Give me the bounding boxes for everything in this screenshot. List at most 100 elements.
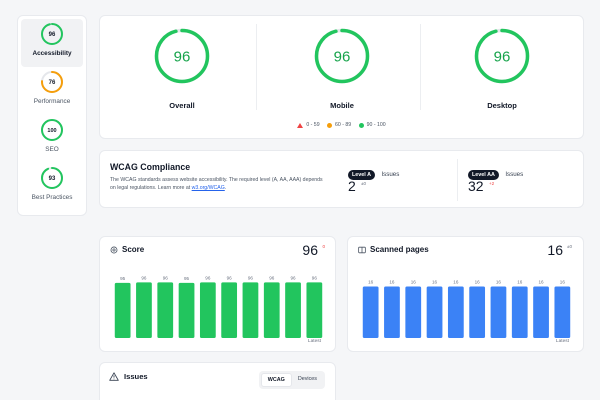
level-aa-issues-label: Issues bbox=[505, 171, 524, 178]
accessibility-score-ring: 96 bbox=[41, 23, 63, 45]
score-bar-label: 96 bbox=[227, 275, 233, 280]
pages-bar[interactable] bbox=[554, 286, 571, 338]
sidebar-item-seo[interactable]: 100 SEO bbox=[21, 115, 83, 163]
score-legend: 0 - 59 60 - 89 90 - 100 bbox=[100, 122, 583, 130]
score-bar[interactable] bbox=[221, 282, 238, 338]
pages-bar-label: 16 bbox=[560, 279, 566, 284]
scanned-pages-bar-chart: 16 16 16 16 16 16 16 16 16 16 bbox=[362, 279, 571, 338]
category-sidebar: 96 Accessibility 76 Performance 100 SEO … bbox=[17, 15, 87, 216]
tab-wcag[interactable]: WCAG bbox=[260, 373, 292, 387]
score-latest-label: Latest bbox=[307, 339, 321, 344]
issues-title: Issues bbox=[124, 372, 148, 381]
pages-bar[interactable] bbox=[511, 286, 528, 338]
desktop-label: Desktop bbox=[487, 101, 517, 110]
mobile-label: Mobile bbox=[330, 101, 354, 110]
seo-score-ring: 100 bbox=[41, 119, 63, 141]
overall-score-value: 96 bbox=[174, 49, 191, 66]
sidebar-item-label: Performance bbox=[33, 98, 71, 105]
legend-mid: 60 - 89 bbox=[327, 122, 351, 128]
score-bar-label: 96 bbox=[248, 275, 254, 280]
pages-bar-label: 16 bbox=[368, 279, 374, 284]
score-bar[interactable] bbox=[136, 282, 152, 338]
divider bbox=[420, 24, 421, 110]
issues-card: Issues WCAG Devices bbox=[99, 362, 336, 400]
green-dot-icon bbox=[358, 122, 364, 128]
sidebar-item-label: SEO bbox=[45, 146, 59, 153]
score-bar-chart: 95 96 96 95 96 96 96 96 96 96 bbox=[114, 275, 323, 338]
accessibility-score-value: 96 bbox=[49, 32, 56, 38]
pages-bar-label: 16 bbox=[538, 279, 544, 284]
wcag-link-suffix: . bbox=[224, 185, 227, 191]
score-bar[interactable] bbox=[263, 282, 280, 338]
pages-bar-label: 16 bbox=[496, 279, 502, 284]
legend-high: 90 - 100 bbox=[358, 122, 386, 128]
red-triangle-icon bbox=[297, 122, 304, 128]
sidebar-item-best-practices[interactable]: 93 Best Practices bbox=[21, 163, 83, 211]
pages-bar[interactable] bbox=[533, 286, 549, 338]
score-bar-label: 96 bbox=[205, 275, 211, 280]
pages-bar[interactable] bbox=[447, 286, 464, 338]
desktop-gauge: 96 Desktop bbox=[422, 26, 582, 110]
score-bar-label: 95 bbox=[184, 276, 190, 281]
tab-devices[interactable]: Devices bbox=[292, 373, 323, 387]
wcag-description: The WCAG standards assess website access… bbox=[110, 176, 325, 192]
sidebar-item-label: Accessibility bbox=[32, 50, 72, 57]
desktop-score-ring: 96 bbox=[474, 28, 530, 84]
pages-bar-label: 16 bbox=[475, 279, 481, 284]
pages-bar-label: 16 bbox=[411, 279, 417, 284]
score-bar[interactable] bbox=[285, 282, 301, 338]
pages-bar[interactable] bbox=[469, 286, 486, 338]
desktop-score-value: 96 bbox=[494, 49, 511, 66]
mobile-gauge: 96 Mobile bbox=[262, 26, 422, 110]
level-a-issues-label: Issues bbox=[381, 171, 400, 178]
score-overview-card: 96 Overall 96 Mobile 96 Desktop 0 - 59 6… bbox=[99, 15, 584, 139]
pages-bar[interactable] bbox=[490, 286, 507, 338]
score-chart-card: Score 96 0 95 96 96 95 96 96 96 96 96 96 Latest bbox=[99, 236, 336, 352]
pages-bar-label: 16 bbox=[517, 279, 523, 284]
legend-low-label: 0 - 59 bbox=[306, 122, 320, 128]
pages-bar-label: 16 bbox=[453, 279, 459, 284]
level-aa-count: 32 bbox=[468, 178, 484, 194]
seo-score-value: 100 bbox=[47, 128, 56, 134]
score-bar[interactable] bbox=[199, 282, 216, 338]
sidebar-item-accessibility[interactable]: 96 Accessibility bbox=[21, 19, 83, 67]
score-bar-label: 96 bbox=[141, 275, 147, 280]
wcag-link[interactable]: w3.org/WCAG bbox=[192, 185, 225, 191]
sidebar-item-performance[interactable]: 76 Performance bbox=[21, 67, 83, 115]
wcag-title: WCAG Compliance bbox=[110, 162, 191, 172]
warning-icon bbox=[109, 372, 119, 381]
performance-score-value: 76 bbox=[49, 80, 56, 86]
best-practices-score-ring: 93 bbox=[41, 167, 63, 189]
level-aa-delta: +2 bbox=[489, 181, 495, 186]
pages-bar[interactable] bbox=[384, 286, 400, 338]
legend-mid-label: 60 - 89 bbox=[335, 122, 352, 128]
pages-bar[interactable] bbox=[426, 286, 443, 338]
pages-bar-label: 16 bbox=[389, 279, 395, 284]
divider bbox=[256, 24, 257, 110]
wcag-compliance-card: WCAG Compliance The WCAG standards asses… bbox=[99, 150, 584, 208]
score-bar-label: 96 bbox=[163, 275, 169, 280]
score-bar-label: 96 bbox=[269, 275, 275, 280]
overall-gauge: 96 Overall bbox=[102, 26, 262, 110]
score-bar-label: 96 bbox=[290, 275, 296, 280]
score-bar[interactable] bbox=[242, 282, 259, 338]
scanned-pages-chart-card: Scanned pages 16 ±0 16 16 16 16 16 16 16 16 16 16… bbox=[347, 236, 584, 352]
orange-dot-icon bbox=[327, 122, 333, 128]
score-bar[interactable] bbox=[157, 282, 174, 338]
pages-bar[interactable] bbox=[405, 286, 422, 338]
legend-low: 0 - 59 bbox=[297, 122, 320, 128]
overall-label: Overall bbox=[169, 101, 195, 110]
mobile-score-ring: 96 bbox=[314, 28, 370, 84]
legend-high-label: 90 - 100 bbox=[366, 122, 386, 128]
divider bbox=[457, 159, 458, 201]
pages-latest-label: Latest bbox=[555, 339, 569, 344]
score-bar[interactable] bbox=[306, 282, 323, 338]
overall-score-ring: 96 bbox=[154, 28, 210, 84]
score-bar[interactable] bbox=[114, 282, 131, 338]
score-bar[interactable] bbox=[178, 282, 195, 338]
best-practices-score-value: 93 bbox=[49, 176, 56, 182]
mobile-score-value: 96 bbox=[334, 49, 351, 66]
pages-bar-label: 16 bbox=[432, 279, 438, 284]
pages-bar[interactable] bbox=[362, 286, 379, 338]
level-a-count: 2 bbox=[348, 178, 356, 194]
